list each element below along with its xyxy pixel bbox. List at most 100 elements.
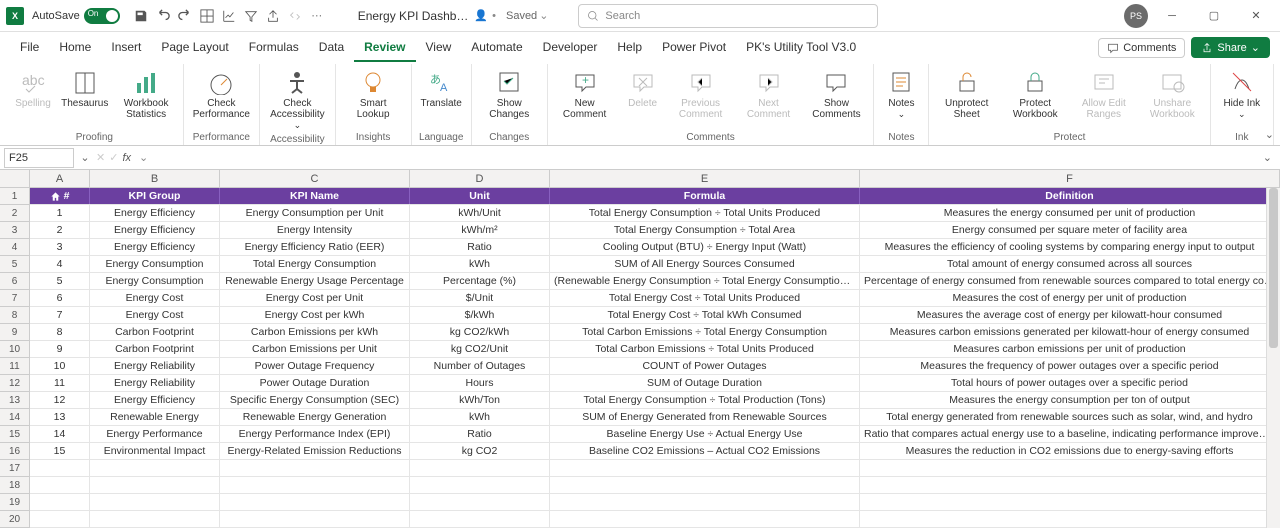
fx-button[interactable]: fx [122, 152, 131, 164]
row-header[interactable]: 19 [0, 494, 30, 511]
row-header[interactable]: 6 [0, 273, 30, 290]
cell[interactable]: Renewable Energy [90, 409, 220, 425]
row-header[interactable]: 18 [0, 477, 30, 494]
home-icon[interactable]: # [30, 188, 90, 204]
cell[interactable] [30, 477, 90, 493]
row-header[interactable]: 8 [0, 307, 30, 324]
show-changes-button[interactable]: Show Changes [478, 66, 541, 122]
row-header[interactable]: 3 [0, 222, 30, 239]
close-button[interactable]: ✕ [1238, 2, 1274, 30]
cell[interactable]: 11 [30, 375, 90, 391]
cell[interactable]: Total Energy Consumption [220, 256, 410, 272]
thesaurus-button[interactable]: Thesaurus [60, 66, 110, 111]
cell[interactable] [550, 477, 860, 493]
cell[interactable]: Percentage of energy consumed from renew… [860, 273, 1280, 289]
tab-power-pivot[interactable]: Power Pivot [652, 34, 736, 62]
vertical-scrollbar[interactable] [1266, 188, 1280, 528]
cell[interactable]: kWh [410, 409, 550, 425]
fx-dropdown-icon[interactable]: ⌄ [139, 151, 148, 164]
table-header-cell[interactable]: Definition [860, 188, 1280, 204]
cell[interactable]: Energy Efficiency [90, 205, 220, 221]
qat-filter-icon[interactable] [240, 5, 262, 27]
cell[interactable]: 13 [30, 409, 90, 425]
search-input[interactable]: Search [578, 4, 878, 28]
cell[interactable]: Specific Energy Consumption (SEC) [220, 392, 410, 408]
tab-formulas[interactable]: Formulas [239, 34, 309, 62]
cell[interactable]: Baseline Energy Use ÷ Actual Energy Use [550, 426, 860, 442]
cell[interactable]: Energy Cost per kWh [220, 307, 410, 323]
cell[interactable]: Energy Cost [90, 307, 220, 323]
maximize-button[interactable]: ▢ [1196, 2, 1232, 30]
cell[interactable] [30, 494, 90, 510]
cell[interactable]: Ratio [410, 239, 550, 255]
cell[interactable]: (Renewable Energy Consumption ÷ Total En… [550, 273, 860, 289]
cell[interactable]: 15 [30, 443, 90, 459]
new-comment-button[interactable]: +New Comment [554, 66, 616, 122]
scrollbar-thumb[interactable] [1269, 188, 1278, 348]
cell[interactable]: 9 [30, 341, 90, 357]
cell[interactable]: Measures the average cost of energy per … [860, 307, 1280, 323]
save-button[interactable] [130, 5, 152, 27]
cell[interactable] [220, 477, 410, 493]
cell[interactable]: 6 [30, 290, 90, 306]
column-header[interactable]: D [410, 170, 550, 187]
cell[interactable]: 3 [30, 239, 90, 255]
cell[interactable]: Carbon Emissions per Unit [220, 341, 410, 357]
autosave-toggle[interactable]: On [84, 8, 120, 24]
cell[interactable]: Energy Consumption [90, 273, 220, 289]
row-header[interactable]: 14 [0, 409, 30, 426]
tab-review[interactable]: Review [354, 34, 415, 62]
row-header[interactable]: 15 [0, 426, 30, 443]
cell[interactable]: Measures carbon emissions per unit of pr… [860, 341, 1280, 357]
cell[interactable]: Power Outage Duration [220, 375, 410, 391]
notes-button[interactable]: Notes ⌄ [880, 66, 922, 122]
cell[interactable]: 10 [30, 358, 90, 374]
formula-expand-button[interactable]: ⌄ [1259, 151, 1276, 164]
saved-status[interactable]: Saved [506, 10, 537, 22]
cell[interactable] [30, 511, 90, 527]
cell[interactable]: kWh/Unit [410, 205, 550, 221]
cell[interactable]: Total Energy Cost ÷ Total Units Produced [550, 290, 860, 306]
cell[interactable]: Energy Intensity [220, 222, 410, 238]
cell[interactable]: Energy consumed per square meter of faci… [860, 222, 1280, 238]
cell[interactable]: Energy Performance Index (EPI) [220, 426, 410, 442]
qat-share-icon[interactable] [262, 5, 284, 27]
cell[interactable]: Energy Consumption [90, 256, 220, 272]
cell[interactable]: Total Carbon Emissions ÷ Total Units Pro… [550, 341, 860, 357]
cell[interactable]: Measures the energy consumed per unit of… [860, 205, 1280, 221]
row-header[interactable]: 2 [0, 205, 30, 222]
cell[interactable]: Power Outage Frequency [220, 358, 410, 374]
cell[interactable]: kg CO2 [410, 443, 550, 459]
row-header[interactable]: 9 [0, 324, 30, 341]
cell[interactable]: Ratio [410, 426, 550, 442]
cell[interactable] [550, 494, 860, 510]
column-header[interactable]: B [90, 170, 220, 187]
row-header[interactable]: 13 [0, 392, 30, 409]
cell[interactable]: SUM of All Energy Sources Consumed [550, 256, 860, 272]
cell[interactable]: Renewable Energy Usage Percentage [220, 273, 410, 289]
cell[interactable] [220, 460, 410, 476]
tab-page-layout[interactable]: Page Layout [151, 34, 238, 62]
cell[interactable] [550, 511, 860, 527]
name-box-dropdown[interactable]: ⌄ [78, 151, 92, 164]
cell[interactable] [90, 460, 220, 476]
column-header[interactable]: A [30, 170, 90, 187]
cell[interactable]: Carbon Footprint [90, 341, 220, 357]
redo-button[interactable] [174, 5, 196, 27]
share-button[interactable]: Share ⌄ [1191, 37, 1270, 58]
row-header[interactable]: 10 [0, 341, 30, 358]
tab-automate[interactable]: Automate [461, 34, 532, 62]
cell[interactable]: 7 [30, 307, 90, 323]
table-header-cell[interactable]: KPI Name [220, 188, 410, 204]
cell[interactable]: $/Unit [410, 290, 550, 306]
workbook-statistics-button[interactable]: Workbook Statistics [116, 66, 177, 122]
cell[interactable]: 12 [30, 392, 90, 408]
cell[interactable]: Energy Efficiency [90, 222, 220, 238]
cell[interactable]: Number of Outages [410, 358, 550, 374]
row-header[interactable]: 1 [0, 188, 30, 205]
cell[interactable] [410, 477, 550, 493]
column-header[interactable]: F [860, 170, 1280, 187]
tab-insert[interactable]: Insert [101, 34, 151, 62]
table-header-cell[interactable]: Formula [550, 188, 860, 204]
qat-link-icon[interactable] [284, 5, 306, 27]
